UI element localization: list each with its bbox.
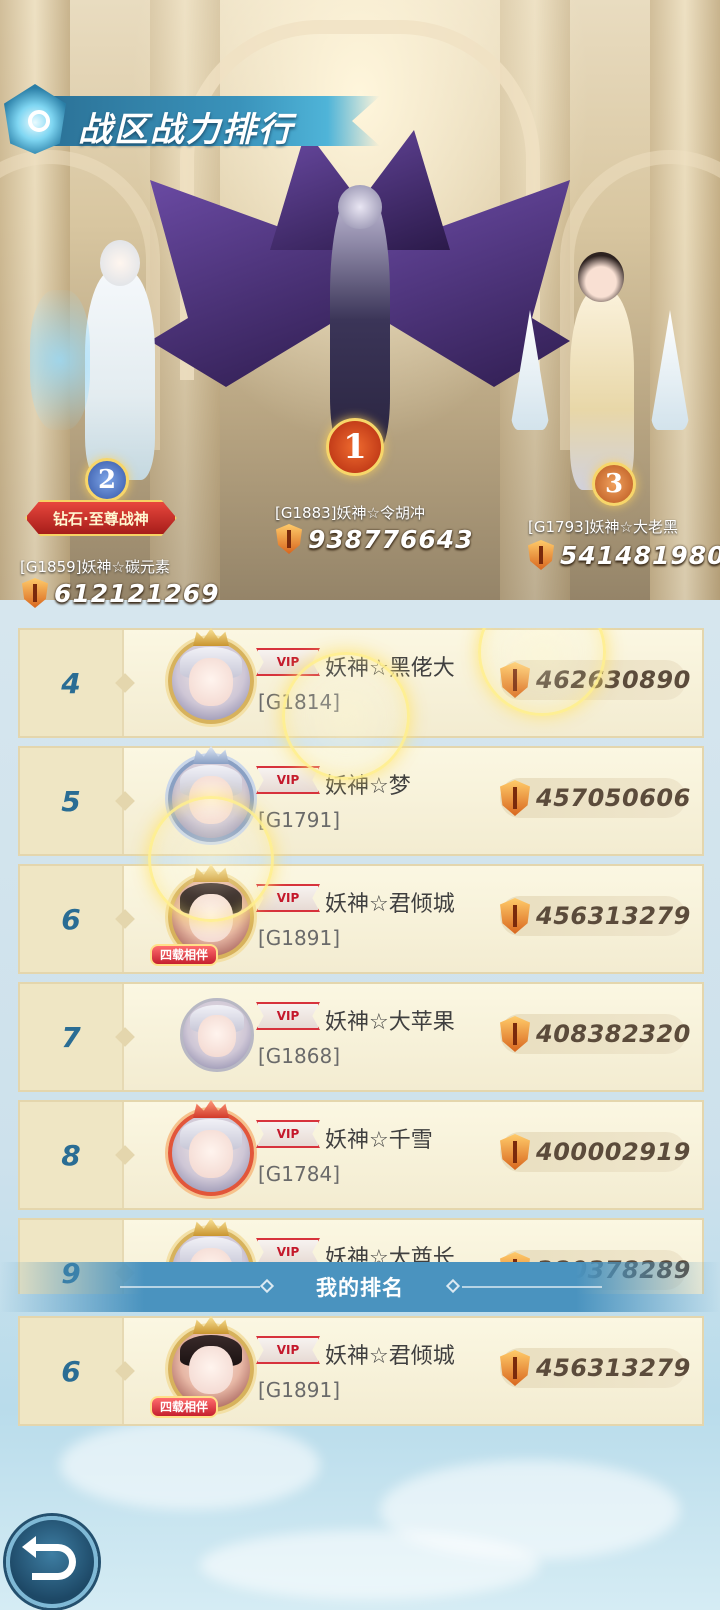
player-power: 456313279 — [500, 1348, 690, 1388]
back-button[interactable] — [6, 1516, 98, 1608]
power-shield-icon — [22, 578, 48, 608]
player-power-value: 456313279 — [536, 902, 691, 930]
player-name: 妖神☆君倾城 — [325, 1344, 455, 1369]
list-item-rank-7[interactable]: 7 VIP 妖神☆大苹果 [G1868] 408382320 — [18, 982, 704, 1092]
player-server: [G1891] — [258, 926, 341, 950]
podium-3-power: 541481980 — [528, 540, 720, 570]
ranking-list[interactable]: 4 VIP 妖神☆黑佬大 [G1814] 462630890 5 VIP 妖神☆… — [18, 628, 704, 1294]
my-rank-row[interactable]: 6 四载相伴 VIP 妖神☆君倾城 [G1891] 456313279 — [18, 1316, 704, 1426]
power-shield-icon — [500, 1134, 530, 1170]
player-power-value: 456313279 — [536, 1354, 691, 1382]
podium-2-power-value: 612121269 — [54, 578, 220, 608]
rank-number: 5 — [61, 784, 81, 818]
title-plate-text: 钻石·至尊战神 — [53, 509, 149, 528]
page-title: 战区战力排行 — [78, 110, 294, 150]
player-power: 400002919 — [500, 1132, 690, 1172]
avatar[interactable] — [168, 1100, 254, 1196]
power-shield-icon — [500, 898, 530, 934]
avatar-frame-tag: 四载相伴 — [150, 1396, 219, 1418]
vip-badge: VIP — [256, 766, 320, 794]
player-power: 408382320 — [500, 1014, 690, 1054]
sparkle-effect — [148, 796, 274, 922]
power-shield-icon — [500, 1016, 530, 1052]
player-name: 妖神☆千雪 — [325, 1128, 433, 1153]
podium-1-power: 938776643 — [276, 524, 474, 554]
my-rank-label: 我的排名 — [316, 1276, 404, 1300]
podium-3-power-value: 541481980 — [560, 540, 720, 570]
character-rank-3[interactable] — [510, 240, 690, 490]
title-plate: 钻石·至尊战神 — [25, 500, 177, 536]
rank-number: 4 — [61, 666, 81, 700]
rank-3-medal-icon: 3 — [592, 462, 636, 506]
player-server: [G1784] — [258, 1162, 341, 1186]
power-shield-icon — [276, 524, 302, 554]
player-power-value: 400002919 — [536, 1138, 691, 1166]
emblem-icon — [4, 84, 66, 154]
rank-number: 8 — [61, 1138, 81, 1172]
rank-number: 6 — [61, 1354, 81, 1388]
podium-2-name: [G1859]妖神☆碳元素 — [20, 558, 170, 576]
player-name: 妖神☆大苹果 — [325, 1010, 455, 1035]
player-server: [G1868] — [258, 1044, 341, 1068]
rank-number: 7 — [61, 1020, 81, 1054]
podium-1-name: [G1883]妖神☆令胡冲 — [275, 504, 425, 522]
player-server: [G1791] — [258, 808, 341, 832]
player-server: [G1891] — [258, 1378, 341, 1402]
player-power: 457050606 — [500, 778, 690, 818]
vip-badge: VIP — [256, 1002, 320, 1030]
rank-2-medal-icon: 2 — [85, 458, 129, 502]
sparkle-effect — [282, 652, 410, 780]
player-power: 456313279 — [500, 896, 690, 936]
avatar-frame-tag: 四载相伴 — [150, 944, 219, 966]
my-rank-header: 我的排名 — [0, 1262, 720, 1312]
avatar[interactable] — [168, 628, 254, 724]
podium-3-name: [G1793]妖神☆大老黑 — [528, 518, 678, 536]
power-shield-icon — [500, 1350, 530, 1386]
player-name: 妖神☆君倾城 — [325, 892, 455, 917]
title-banner: 战区战力排行 — [0, 84, 390, 154]
vip-badge: VIP — [256, 1120, 320, 1148]
character-rank-2[interactable] — [30, 230, 200, 480]
rank-number: 6 — [61, 902, 81, 936]
player-power-value: 408382320 — [536, 1020, 691, 1048]
rank-1-medal-icon: 1 — [326, 418, 384, 476]
back-arrow-icon — [22, 1536, 76, 1580]
podium-2-power: 612121269 — [22, 578, 220, 608]
power-shield-icon — [500, 780, 530, 816]
vip-badge: VIP — [256, 1336, 320, 1364]
list-item-rank-8[interactable]: 8 VIP 妖神☆千雪 [G1784] 400002919 — [18, 1100, 704, 1210]
podium-1-power-value: 938776643 — [308, 524, 474, 554]
player-power-value: 457050606 — [536, 784, 691, 812]
power-shield-icon — [528, 540, 554, 570]
avatar[interactable] — [180, 998, 254, 1072]
list-item-rank-6[interactable]: 6 四载相伴 VIP 妖神☆君倾城 [G1891] 456313279 — [18, 864, 704, 974]
